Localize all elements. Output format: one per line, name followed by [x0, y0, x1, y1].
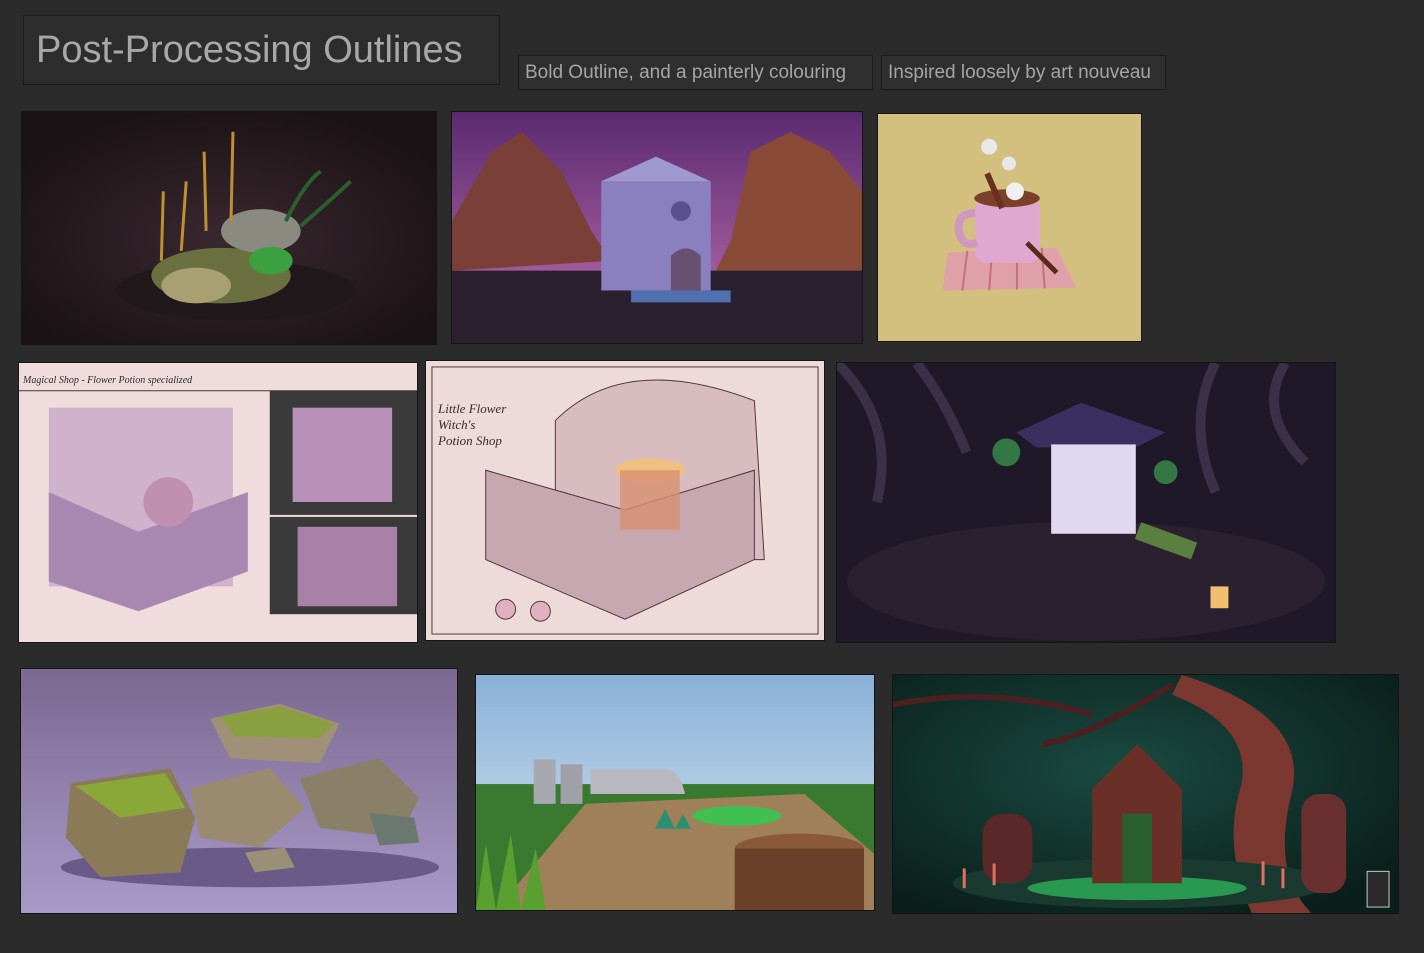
- image-green-crypt-tree[interactable]: [892, 674, 1399, 914]
- tag-bold-outline: Bold Outline, and a painterly colouring: [518, 55, 873, 90]
- tag-art-nouveau: Inspired loosely by art nouveau: [881, 55, 1166, 90]
- image-mossy-rocks[interactable]: [20, 668, 458, 914]
- image-magical-shop-sheet[interactable]: Magical Shop - Flower Potion specialized: [18, 362, 418, 643]
- tag-text: Inspired loosely by art nouveau: [888, 61, 1151, 83]
- shop-sheet-caption: Magical Shop - Flower Potion specialized: [23, 375, 193, 386]
- image-night-forest-shrine[interactable]: [836, 362, 1336, 643]
- image-plants-on-rocks[interactable]: [21, 111, 437, 345]
- tag-text: Bold Outline, and a painterly colouring: [525, 61, 847, 83]
- image-hot-chocolate-mug[interactable]: [877, 113, 1142, 342]
- board-title-text: Post-Processing Outlines: [36, 28, 463, 71]
- image-purple-mountain-chapel[interactable]: [451, 111, 863, 344]
- image-potion-shop-sketch[interactable]: Little Flower Witch's Potion Shop: [425, 360, 825, 641]
- image-grassy-graveyard[interactable]: [475, 674, 875, 911]
- potion-shop-caption: Little Flower Witch's Potion Shop: [438, 401, 507, 448]
- board-title: Post-Processing Outlines: [23, 15, 500, 85]
